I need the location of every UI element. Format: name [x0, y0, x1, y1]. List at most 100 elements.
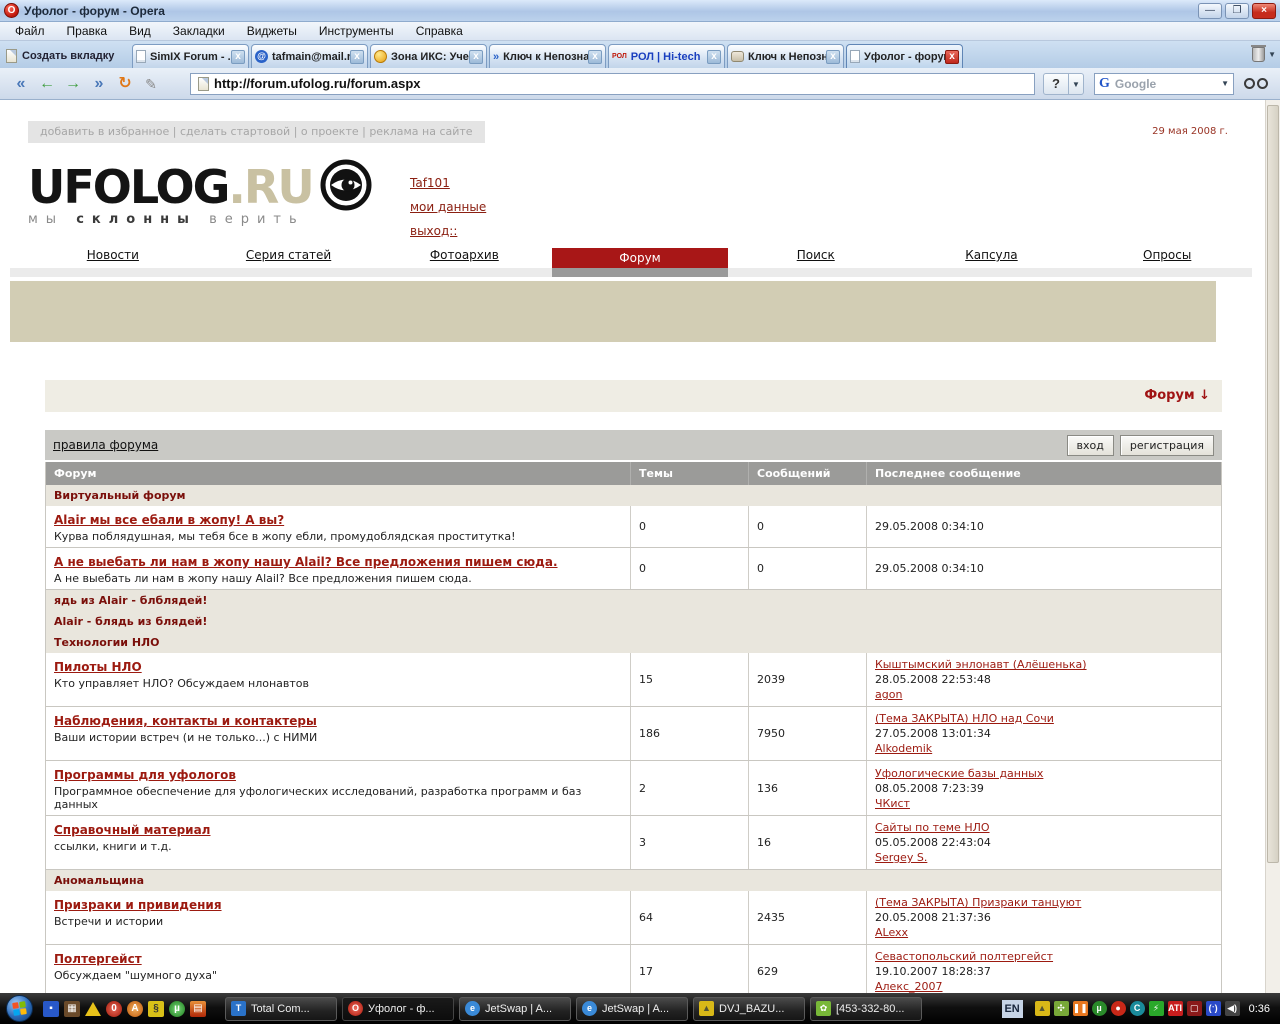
- tab-kluch-2[interactable]: Ключ к Непознан... x: [727, 44, 844, 68]
- tab-simix[interactable]: SimIX Forum - ... x: [132, 44, 249, 68]
- taskbar-button[interactable]: e JetSwap | A...: [459, 997, 571, 1021]
- taskbar-clock[interactable]: 0:36: [1249, 1003, 1270, 1015]
- last-topic-link[interactable]: Кыштымский энлонавт (Алёшенька): [875, 657, 1213, 672]
- minimize-button[interactable]: —: [1198, 3, 1222, 19]
- menu-tools[interactable]: Инструменты: [308, 22, 405, 40]
- taskbar-button-active[interactable]: O Уфолог - ф...: [342, 997, 454, 1021]
- scrollbar-thumb[interactable]: [1267, 105, 1279, 863]
- last-author-link[interactable]: Sergey S.: [875, 850, 1213, 865]
- nav-search[interactable]: Поиск: [728, 248, 904, 268]
- vertical-scrollbar[interactable]: [1265, 100, 1280, 993]
- taskbar-button[interactable]: T Total Com...: [225, 997, 337, 1021]
- service-links[interactable]: добавить в избранное | сделать стартовой…: [28, 121, 485, 143]
- profile-link[interactable]: мои данные: [410, 200, 486, 214]
- last-author-link[interactable]: agon: [875, 687, 1213, 702]
- menu-edit[interactable]: Правка: [56, 22, 119, 40]
- restore-button[interactable]: ❐: [1225, 3, 1249, 19]
- delta-icon[interactable]: [85, 1002, 101, 1016]
- url-field[interactable]: [190, 73, 1035, 95]
- forum-link[interactable]: Полтергейст: [54, 952, 142, 966]
- help-button[interactable]: ?: [1043, 73, 1069, 95]
- last-topic-link[interactable]: Уфологические базы данных: [875, 766, 1213, 781]
- media-icon[interactable]: ▤: [190, 1001, 206, 1017]
- menu-view[interactable]: Вид: [118, 22, 162, 40]
- url-input[interactable]: [214, 76, 1029, 91]
- tray-ati-icon[interactable]: ATI: [1168, 1001, 1183, 1016]
- tray-power-icon[interactable]: ⚡: [1149, 1001, 1164, 1016]
- find-glasses-icon[interactable]: [1244, 78, 1268, 89]
- register-button[interactable]: регистрация: [1120, 435, 1214, 456]
- new-tab-button[interactable]: Создать вкладку: [4, 45, 132, 66]
- menu-bookmarks[interactable]: Закладки: [162, 22, 236, 40]
- nav-forum-active[interactable]: Форум: [552, 248, 728, 268]
- tray-sync-icon[interactable]: C: [1130, 1001, 1145, 1016]
- nav-photoarchive[interactable]: Фотоархив: [376, 248, 552, 268]
- fast-forward-icon[interactable]: »: [86, 72, 112, 96]
- forum-link[interactable]: Наблюдения, контакты и контактеры: [54, 714, 317, 728]
- taskbar-button[interactable]: ✿ [453-332-80...: [810, 997, 922, 1021]
- reload-icon[interactable]: ↻: [112, 72, 138, 96]
- forum-link[interactable]: Справочный материал: [54, 823, 210, 837]
- forum-link[interactable]: А не выебать ли нам в жопу нашу Alail? В…: [54, 555, 558, 569]
- last-author-link[interactable]: Алекс_2007: [875, 979, 1213, 993]
- last-topic-link[interactable]: Севастопольский полтергейст: [875, 949, 1213, 964]
- nav-news[interactable]: Новости: [25, 248, 201, 268]
- tab-kluch-1[interactable]: » Ключ к Непознан... x: [489, 44, 606, 68]
- language-indicator[interactable]: EN: [1002, 1000, 1023, 1018]
- search-dropdown-icon[interactable]: ▼: [1221, 79, 1229, 88]
- forum-rules-link[interactable]: правила форума: [53, 438, 158, 452]
- tray-delta-icon[interactable]: ▲: [1035, 1001, 1050, 1016]
- sim-icon[interactable]: §: [148, 1001, 164, 1017]
- tray-pause-icon[interactable]: ❚❚: [1073, 1001, 1088, 1016]
- forum-link[interactable]: Программы для уфологов: [54, 768, 236, 782]
- closed-tabs-control[interactable]: ▼: [1252, 44, 1276, 68]
- forward-icon[interactable]: →: [60, 72, 86, 96]
- logout-link[interactable]: выход::: [410, 224, 486, 238]
- amp-icon[interactable]: A: [127, 1001, 143, 1017]
- forum-link[interactable]: Призраки и привидения: [54, 898, 222, 912]
- last-author-link[interactable]: ЧКист: [875, 796, 1213, 811]
- menu-help[interactable]: Справка: [405, 22, 474, 40]
- red-app-icon[interactable]: 0: [106, 1001, 122, 1017]
- taskbar-button[interactable]: e JetSwap | A...: [576, 997, 688, 1021]
- login-button[interactable]: вход: [1067, 435, 1114, 456]
- site-logo[interactable]: UFOLOG .RU мы склонны верить: [28, 158, 373, 227]
- tray-compass-icon[interactable]: ●: [1111, 1001, 1126, 1016]
- help-dropdown-icon[interactable]: ▼: [1069, 73, 1084, 95]
- utorrent-icon[interactable]: µ: [169, 1001, 185, 1017]
- tab-close-icon[interactable]: x: [231, 50, 245, 64]
- last-author-link[interactable]: ALexx: [875, 925, 1213, 940]
- tray-agent-icon[interactable]: ✣: [1054, 1001, 1069, 1016]
- last-author-link[interactable]: Alkodemik: [875, 741, 1213, 756]
- username-link[interactable]: Taf101: [410, 176, 486, 190]
- search-field[interactable]: G Google ▼: [1094, 73, 1234, 95]
- edit-icon[interactable]: ✎: [138, 72, 164, 96]
- tray-utorrent-icon[interactable]: µ: [1092, 1001, 1107, 1016]
- tab-close-icon[interactable]: x: [707, 50, 721, 64]
- last-topic-link[interactable]: Сайты по теме НЛО: [875, 820, 1213, 835]
- forum-link[interactable]: Alair мы все ебали в жопу! А вы?: [54, 513, 284, 527]
- back-icon[interactable]: ←: [34, 72, 60, 96]
- tab-zona-iks[interactable]: Зона ИКС: Учебн... x: [370, 44, 487, 68]
- taskbar-button[interactable]: ▲ DVJ_BAZU...: [693, 997, 805, 1021]
- nav-articles[interactable]: Серия статей: [201, 248, 377, 268]
- tray-volume-icon[interactable]: ◀): [1225, 1001, 1240, 1016]
- trash-dropdown-icon[interactable]: ▼: [1268, 50, 1276, 59]
- tab-mail[interactable]: @ tafmain@mail.r... x: [251, 44, 368, 68]
- tab-close-icon[interactable]: x: [588, 50, 602, 64]
- nav-capsule[interactable]: Капсула: [904, 248, 1080, 268]
- tv-icon[interactable]: ▦: [64, 1001, 80, 1017]
- menu-file[interactable]: Файл: [4, 22, 56, 40]
- tab-close-icon[interactable]: x: [350, 50, 364, 64]
- last-topic-link[interactable]: (Тема ЗАКРЫТА) Призраки танцуют: [875, 895, 1213, 910]
- rewind-icon[interactable]: «: [8, 72, 34, 96]
- last-topic-link[interactable]: (Тема ЗАКРЫТА) НЛО над Сочи: [875, 711, 1213, 726]
- menu-widgets[interactable]: Виджеты: [236, 22, 308, 40]
- trash-icon[interactable]: [1252, 47, 1265, 62]
- tab-close-icon[interactable]: x: [826, 50, 840, 64]
- nav-polls[interactable]: Опросы: [1079, 248, 1255, 268]
- tab-close-icon[interactable]: x: [469, 50, 483, 64]
- forum-link[interactable]: Пилоты НЛО: [54, 660, 142, 674]
- tab-ufolog-active[interactable]: Уфолог - форум x: [846, 44, 963, 68]
- tray-monitor-icon[interactable]: ▢: [1187, 1001, 1202, 1016]
